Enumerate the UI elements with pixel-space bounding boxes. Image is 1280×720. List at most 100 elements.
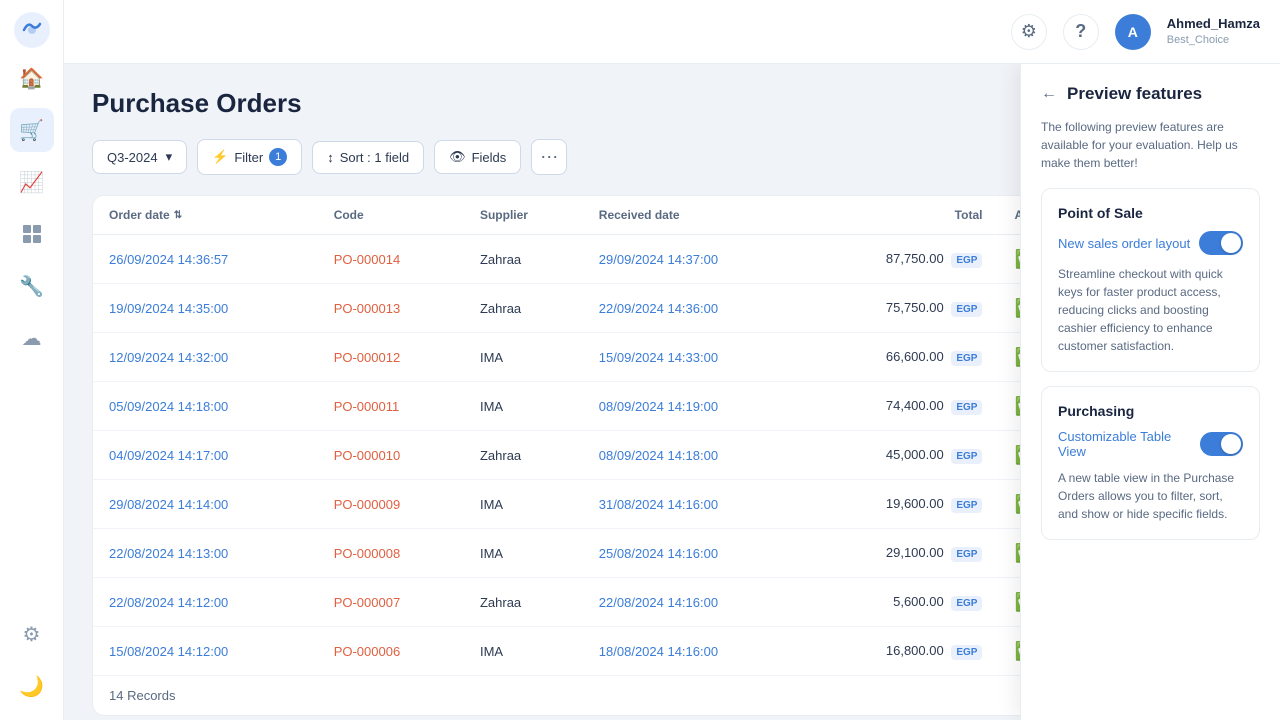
sidebar-item-cloud[interactable]: ☁ bbox=[10, 316, 54, 360]
sidebar-item-shopping[interactable]: 🛒 bbox=[10, 108, 54, 152]
supplier-cell: IMA bbox=[464, 627, 583, 676]
total-cell: 87,750.00 EGP bbox=[807, 235, 998, 284]
supplier-cell: IMA bbox=[464, 480, 583, 529]
order-date-cell[interactable]: 04/09/2024 14:17:00 bbox=[93, 431, 318, 480]
code-cell[interactable]: PO-000006 bbox=[318, 627, 464, 676]
total-cell: 19,600.00 EGP bbox=[807, 480, 998, 529]
code-cell[interactable]: PO-000012 bbox=[318, 333, 464, 382]
order-date-cell[interactable]: 29/08/2024 14:14:00 bbox=[93, 480, 318, 529]
sort-button[interactable]: ↕ Sort : 1 field bbox=[312, 141, 424, 174]
code-cell[interactable]: PO-000011 bbox=[318, 382, 464, 431]
order-date-cell[interactable]: 26/09/2024 14:36:57 bbox=[93, 235, 318, 284]
topbar: ⚙ ? A Ahmed_Hamza Best_Choice bbox=[64, 0, 1280, 64]
chevron-down-icon: ▾ bbox=[166, 149, 173, 165]
sidebar-item-settings[interactable]: ⚙ bbox=[10, 612, 54, 656]
feature-toggle-row: New sales order layout bbox=[1058, 231, 1243, 255]
feature-category: Point of Sale bbox=[1058, 205, 1243, 221]
received-date-cell[interactable]: 18/08/2024 14:16:00 bbox=[583, 627, 808, 676]
main-area: ⚙ ? A Ahmed_Hamza Best_Choice Purchase O… bbox=[64, 0, 1280, 720]
code-cell[interactable]: PO-000010 bbox=[318, 431, 464, 480]
code-cell[interactable]: PO-000014 bbox=[318, 235, 464, 284]
preview-header: ← Preview features bbox=[1041, 84, 1260, 104]
filter-button[interactable]: ⚡ Filter 1 bbox=[197, 139, 302, 175]
col-order-date: Order date ⇅ bbox=[93, 196, 318, 235]
feature-link[interactable]: Customizable Table View bbox=[1058, 429, 1200, 459]
feature-card-pos: Point of Sale New sales order layout Str… bbox=[1041, 188, 1260, 372]
received-date-cell[interactable]: 22/08/2024 14:16:00 bbox=[583, 578, 808, 627]
total-cell: 66,600.00 EGP bbox=[807, 333, 998, 382]
quarter-filter[interactable]: Q3-2024 ▾ bbox=[92, 140, 187, 174]
order-date-cell[interactable]: 05/09/2024 14:18:00 bbox=[93, 382, 318, 431]
order-date-cell[interactable]: 15/08/2024 14:12:00 bbox=[93, 627, 318, 676]
preview-panel: ← Preview features The following preview… bbox=[1020, 64, 1280, 720]
more-options-button[interactable]: ⋯ bbox=[531, 139, 567, 175]
sidebar-item-home[interactable]: 🏠 bbox=[10, 56, 54, 100]
sidebar-item-tools[interactable]: 🔧 bbox=[10, 264, 54, 308]
received-date-cell[interactable]: 08/09/2024 14:19:00 bbox=[583, 382, 808, 431]
back-button[interactable]: ← bbox=[1041, 85, 1057, 103]
received-date-cell[interactable]: 22/09/2024 14:36:00 bbox=[583, 284, 808, 333]
supplier-cell: Zahraa bbox=[464, 578, 583, 627]
content-area: Purchase Orders Q3-2024 ▾ ⚡ Filter 1 ↕ S… bbox=[64, 64, 1280, 720]
code-cell[interactable]: PO-000008 bbox=[318, 529, 464, 578]
order-date-cell[interactable]: 22/08/2024 14:12:00 bbox=[93, 578, 318, 627]
col-supplier: Supplier bbox=[464, 196, 583, 235]
sidebar-item-grid[interactable] bbox=[10, 212, 54, 256]
user-info: Ahmed_Hamza Best_Choice bbox=[1167, 16, 1260, 47]
supplier-cell: IMA bbox=[464, 529, 583, 578]
order-date-cell[interactable]: 12/09/2024 14:32:00 bbox=[93, 333, 318, 382]
sort-icon: ⇅ bbox=[174, 210, 182, 221]
supplier-cell: Zahraa bbox=[464, 235, 583, 284]
order-date-cell[interactable]: 19/09/2024 14:35:00 bbox=[93, 284, 318, 333]
code-cell[interactable]: PO-000007 bbox=[318, 578, 464, 627]
feature-description: Streamline checkout with quick keys for … bbox=[1058, 265, 1243, 355]
settings-button[interactable]: ⚙ bbox=[1011, 14, 1047, 50]
avatar: A bbox=[1115, 14, 1151, 50]
total-cell: 45,000.00 EGP bbox=[807, 431, 998, 480]
preview-subtitle: The following preview features are avail… bbox=[1041, 118, 1260, 172]
sidebar-item-darkmode[interactable]: 🌙 bbox=[10, 664, 54, 708]
feature-link[interactable]: New sales order layout bbox=[1058, 236, 1190, 251]
supplier-cell: Zahraa bbox=[464, 431, 583, 480]
total-cell: 75,750.00 EGP bbox=[807, 284, 998, 333]
sidebar: 🏠 🛒 📈 🔧 ☁ ⚙ 🌙 bbox=[0, 0, 64, 720]
feature-toggle-row: Customizable Table View bbox=[1058, 429, 1243, 459]
received-date-cell[interactable]: 25/08/2024 14:16:00 bbox=[583, 529, 808, 578]
received-date-cell[interactable]: 15/09/2024 14:33:00 bbox=[583, 333, 808, 382]
preview-title: Preview features bbox=[1067, 84, 1202, 104]
feature-card-purchasing: Purchasing Customizable Table View A new… bbox=[1041, 386, 1260, 540]
received-date-cell[interactable]: 31/08/2024 14:16:00 bbox=[583, 480, 808, 529]
feature-category: Purchasing bbox=[1058, 403, 1243, 419]
supplier-cell: IMA bbox=[464, 333, 583, 382]
supplier-cell: IMA bbox=[464, 382, 583, 431]
code-cell[interactable]: PO-000013 bbox=[318, 284, 464, 333]
help-button[interactable]: ? bbox=[1063, 14, 1099, 50]
feature-description: A new table view in the Purchase Orders … bbox=[1058, 469, 1243, 523]
fields-label: Fields bbox=[472, 150, 507, 165]
code-cell[interactable]: PO-000009 bbox=[318, 480, 464, 529]
total-cell: 74,400.00 EGP bbox=[807, 382, 998, 431]
supplier-cell: Zahraa bbox=[464, 284, 583, 333]
sidebar-item-chart[interactable]: 📈 bbox=[10, 160, 54, 204]
total-cell: 29,100.00 EGP bbox=[807, 529, 998, 578]
sort-icon: ↕ bbox=[327, 150, 334, 165]
total-cell: 5,600.00 EGP bbox=[807, 578, 998, 627]
filter-badge: 1 bbox=[269, 148, 287, 166]
feature-toggle[interactable] bbox=[1200, 432, 1243, 456]
col-code: Code bbox=[318, 196, 464, 235]
received-date-cell[interactable]: 08/09/2024 14:18:00 bbox=[583, 431, 808, 480]
order-date-cell[interactable]: 22/08/2024 14:13:00 bbox=[93, 529, 318, 578]
feature-toggle[interactable] bbox=[1199, 231, 1243, 255]
filter-label: Filter bbox=[234, 150, 263, 165]
eye-icon: 👁 bbox=[449, 149, 466, 165]
user-name: Ahmed_Hamza bbox=[1167, 16, 1260, 33]
sort-label: Sort : 1 field bbox=[340, 150, 409, 165]
topbar-right: ⚙ ? A Ahmed_Hamza Best_Choice bbox=[1011, 14, 1260, 50]
order-date-sort[interactable]: Order date ⇅ bbox=[109, 208, 302, 222]
received-date-cell[interactable]: 29/09/2024 14:37:00 bbox=[583, 235, 808, 284]
logo bbox=[14, 12, 50, 48]
total-cell: 16,800.00 EGP bbox=[807, 627, 998, 676]
quarter-label: Q3-2024 bbox=[107, 150, 158, 165]
fields-button[interactable]: 👁 Fields bbox=[434, 140, 521, 174]
col-total: Total bbox=[807, 196, 998, 235]
